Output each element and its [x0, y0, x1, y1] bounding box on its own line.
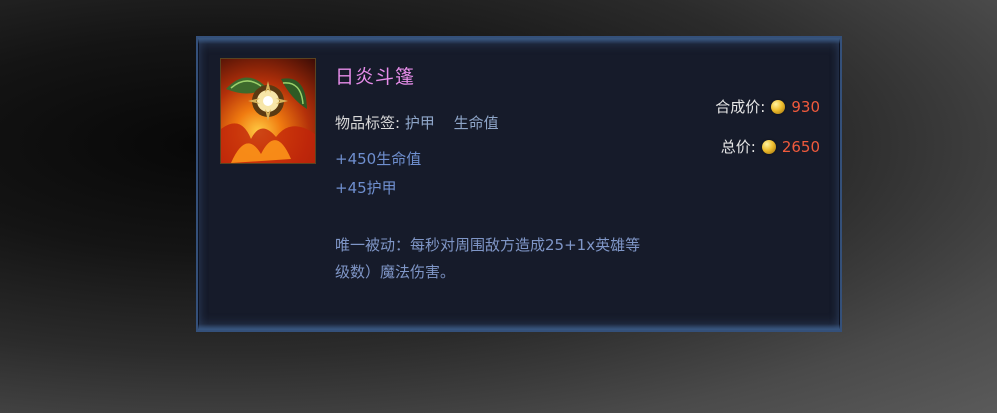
total-price: 总价: 2650 [721, 136, 820, 157]
stat-armor: +45护甲 [335, 179, 397, 197]
item-name: 日炎斗篷 [335, 66, 416, 88]
sunfire-cape-icon [220, 58, 316, 164]
combine-price: 合成价: 930 [715, 96, 820, 117]
item-tags: 物品标签: 护甲 生命值 [335, 112, 499, 133]
combine-price-value: 930 [791, 97, 820, 116]
passive-line-1: 唯一被动：每秒对周围敌方造成25+1x英雄等 [335, 236, 641, 254]
total-price-value: 2650 [781, 137, 820, 156]
passive-line-2: 级数）魔法伤害。 [335, 263, 456, 281]
stat-health: +450生命值 [335, 150, 422, 168]
combine-price-label: 合成价: [715, 98, 766, 116]
tag-armor: 护甲 [404, 114, 435, 132]
passive-description: 唯一被动：每秒对周围敌方造成25+1x英雄等 级数）魔法伤害。 [335, 232, 655, 286]
item-tooltip: 日炎斗篷 物品标签: 护甲 生命值 +450生命值 +45护甲 唯一被动：每秒对… [196, 36, 842, 332]
gold-coin-icon [771, 99, 786, 114]
tags-label: 物品标签: [335, 114, 401, 132]
total-price-label: 总价: [720, 138, 756, 156]
tag-health: 生命值 [453, 114, 499, 132]
gold-coin-icon [761, 139, 776, 154]
